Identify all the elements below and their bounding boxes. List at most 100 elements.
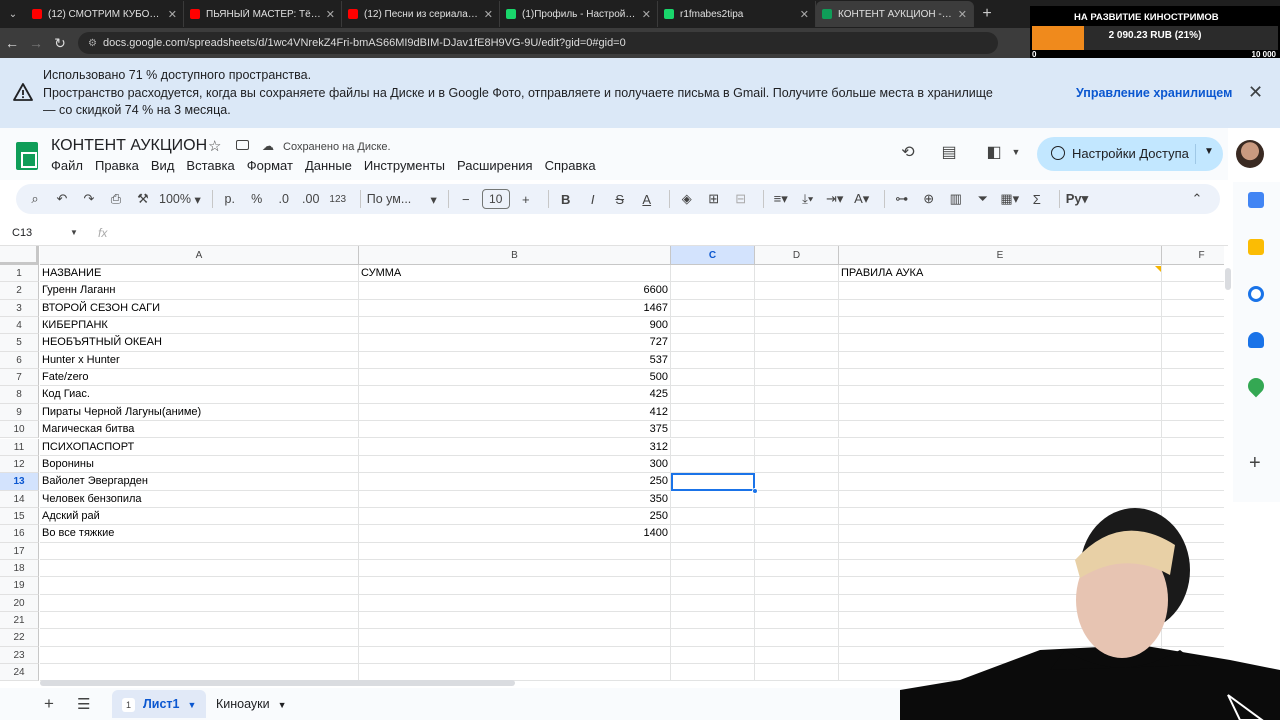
cell-c19[interactable] bbox=[671, 577, 755, 595]
browser-tab[interactable]: (12) СМОТРИМ КУБОК МЦ LAST... ✕ bbox=[26, 1, 184, 27]
cell-d19[interactable] bbox=[755, 577, 839, 595]
cell-e1[interactable]: ПРАВИЛА АУКА bbox=[839, 265, 1162, 283]
cell-d21[interactable] bbox=[755, 612, 839, 630]
share-dropdown-icon[interactable]: ▼ bbox=[1204, 146, 1214, 157]
menu-item[interactable]: Расширения bbox=[457, 158, 533, 173]
tab-close-icon[interactable]: ✕ bbox=[800, 8, 809, 21]
cell-c10[interactable] bbox=[671, 421, 755, 439]
zoom-select[interactable]: 100% ▾ bbox=[159, 187, 201, 211]
cell-f2[interactable] bbox=[1162, 282, 1224, 300]
cell-a14[interactable]: Человек бензопила bbox=[40, 490, 359, 508]
increase-decimal-button[interactable]: .00 bbox=[300, 187, 322, 211]
vertical-scrollbar[interactable] bbox=[1225, 268, 1231, 290]
bold-icon[interactable]: B bbox=[555, 187, 577, 211]
comments-icon[interactable]: ▤ bbox=[938, 142, 960, 164]
cell-b20[interactable] bbox=[359, 594, 671, 612]
cell-b13[interactable]: 250 bbox=[359, 473, 671, 491]
fill-handle[interactable] bbox=[752, 487, 758, 494]
manage-storage-link[interactable]: Управление хранилищем bbox=[1076, 86, 1232, 100]
tab-close-icon[interactable]: ✕ bbox=[168, 8, 177, 21]
column-header[interactable]: F bbox=[1162, 246, 1224, 265]
row-header[interactable]: 10 bbox=[0, 421, 39, 439]
browser-tab[interactable]: (12) Песни из сериала «Слово...» ✕ bbox=[342, 1, 500, 27]
cell-a13[interactable]: Вайолет Эвергарден bbox=[40, 473, 359, 491]
tab-search-button[interactable]: ⌄ bbox=[0, 0, 26, 28]
row-header[interactable]: 8 bbox=[0, 386, 39, 404]
back-button[interactable]: ← bbox=[0, 35, 24, 51]
cell-c14[interactable] bbox=[671, 490, 755, 508]
new-tab-button[interactable]: + bbox=[974, 5, 1000, 23]
row-header[interactable]: 18 bbox=[0, 559, 39, 578]
cell-a10[interactable]: Магическая битва bbox=[40, 421, 359, 439]
menu-item[interactable]: Формат bbox=[247, 158, 293, 173]
cell-f9[interactable] bbox=[1162, 404, 1224, 422]
cell-c17[interactable] bbox=[671, 542, 755, 560]
cell-d8[interactable] bbox=[755, 386, 839, 404]
get-addons-icon[interactable]: + bbox=[1249, 452, 1261, 475]
cloud-saved-icon[interactable]: ☁ bbox=[262, 139, 274, 153]
cell-e2[interactable] bbox=[839, 282, 1162, 300]
menu-item[interactable]: Инструменты bbox=[364, 158, 445, 173]
cell-a7[interactable]: Fate/zero bbox=[40, 369, 359, 387]
decrease-decimal-button[interactable]: .0 bbox=[273, 187, 295, 211]
cell-d13[interactable] bbox=[755, 473, 839, 491]
row-header[interactable]: 4 bbox=[0, 317, 39, 335]
tasks-icon[interactable] bbox=[1248, 286, 1264, 302]
row-header[interactable]: 9 bbox=[0, 403, 39, 422]
cell-a9[interactable]: Пираты Черной Лагуны(аниме) bbox=[40, 403, 359, 422]
cell-b16[interactable]: 1400 bbox=[359, 525, 671, 543]
cell-c6[interactable] bbox=[671, 351, 755, 370]
cell-e5[interactable] bbox=[839, 334, 1162, 352]
cell-b14[interactable]: 350 bbox=[359, 490, 671, 508]
cell-c11[interactable] bbox=[671, 438, 755, 456]
filter-views-icon[interactable]: ▦▾ bbox=[999, 187, 1021, 211]
cell-a1[interactable]: НАЗВАНИЕ bbox=[40, 265, 359, 283]
all-sheets-button[interactable]: ☰ bbox=[77, 695, 90, 713]
column-header[interactable]: E bbox=[839, 246, 1162, 265]
cell-d1[interactable] bbox=[755, 265, 839, 283]
cell-b12[interactable]: 300 bbox=[359, 455, 671, 474]
paint-format-icon[interactable]: ⚒ bbox=[132, 187, 154, 211]
cell-f10[interactable] bbox=[1162, 421, 1224, 439]
cell-b7[interactable]: 500 bbox=[359, 369, 671, 387]
row-header[interactable]: 24 bbox=[0, 664, 39, 682]
name-box-dropdown-icon[interactable]: ▼ bbox=[70, 228, 78, 237]
cell-b23[interactable] bbox=[359, 646, 671, 665]
cell-f3[interactable] bbox=[1162, 300, 1224, 318]
increase-font-size-icon[interactable]: + bbox=[515, 187, 537, 211]
cell-b9[interactable]: 412 bbox=[359, 403, 671, 422]
browser-tab[interactable]: (1)Профиль - Настройки - Trovo ✕ bbox=[500, 1, 658, 27]
url-input[interactable]: ⚙ docs.google.com/spreadsheets/d/1wc4VNr… bbox=[78, 32, 998, 54]
menu-item[interactable]: Данные bbox=[305, 158, 352, 173]
merge-cells-icon[interactable]: ⊟ bbox=[730, 187, 752, 211]
cell-d23[interactable] bbox=[755, 646, 839, 665]
row-header[interactable]: 22 bbox=[0, 629, 39, 647]
collapse-toolbar-icon[interactable]: ⌃ bbox=[1186, 187, 1208, 211]
cell-c22[interactable] bbox=[671, 629, 755, 647]
cell-b11[interactable]: 312 bbox=[359, 438, 671, 456]
fill-color-icon[interactable]: ◈ bbox=[676, 187, 698, 211]
sheets-logo-icon[interactable] bbox=[16, 142, 38, 170]
cell-d11[interactable] bbox=[755, 438, 839, 456]
column-header[interactable]: D bbox=[755, 246, 839, 265]
row-header[interactable]: 17 bbox=[0, 542, 39, 560]
cell-b19[interactable] bbox=[359, 577, 671, 595]
cell-c3[interactable] bbox=[671, 299, 755, 318]
cell-d12[interactable] bbox=[755, 455, 839, 474]
meet-dropdown-icon[interactable]: ▼ bbox=[1005, 147, 1027, 169]
cell-e12[interactable] bbox=[839, 455, 1162, 474]
cell-c20[interactable] bbox=[671, 594, 755, 612]
cell-a11[interactable]: ПСИХОПАСПОРТ bbox=[40, 438, 359, 456]
cell-a12[interactable]: Воронины bbox=[40, 455, 359, 474]
cell-a3[interactable]: ВТОРОЙ СЕЗОН САГИ bbox=[40, 299, 359, 318]
cell-d15[interactable] bbox=[755, 507, 839, 526]
cell-d20[interactable] bbox=[755, 594, 839, 612]
cell-e3[interactable] bbox=[839, 299, 1162, 318]
cell-b1[interactable]: СУММА bbox=[359, 265, 671, 283]
row-header[interactable]: 13 bbox=[0, 473, 39, 491]
doc-title[interactable]: КОНТЕНТ АУКЦИОН bbox=[51, 137, 207, 155]
cell-f11[interactable] bbox=[1162, 439, 1224, 456]
cell-c7[interactable] bbox=[671, 369, 755, 387]
cell-f4[interactable] bbox=[1162, 317, 1224, 335]
cell-c24[interactable] bbox=[671, 664, 755, 682]
